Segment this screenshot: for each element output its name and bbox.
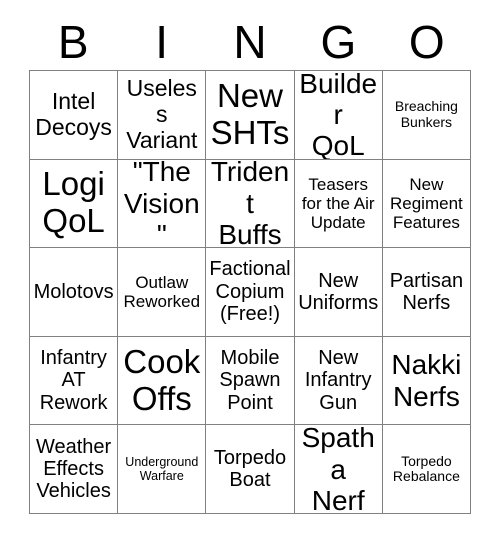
bingo-cell[interactable]: Underground Warfare [118, 425, 207, 514]
bingo-cell[interactable]: Intel Decoys [30, 71, 119, 160]
bingo-cell-label: Molotovs [33, 280, 114, 303]
bingo-cell-label: Teasers for the Air Update [301, 174, 375, 232]
bingo-cell[interactable]: Trident Buffs [206, 159, 295, 249]
bingo-cell[interactable]: Logi QoL [30, 159, 119, 249]
bingo-header-letter-n: N [233, 16, 267, 68]
bingo-cell-label: Infantry AT Rework [39, 347, 108, 414]
bingo-cell-label: Partisan Nerfs [389, 269, 464, 314]
bingo-card: B I N G O Intel Decoys Useless Variant N… [0, 0, 500, 544]
bingo-cell-label: Intel Decoys [35, 88, 112, 140]
bingo-header-letter-i: I [155, 16, 168, 68]
bingo-cell-label: "The Vision" [123, 159, 200, 249]
bingo-cell-label: Nakki Nerfs [391, 349, 462, 412]
bingo-cell-label: New Infantry Gun [304, 347, 372, 414]
bingo-grid: Intel Decoys Useless Variant New SHTs Bu… [29, 70, 471, 514]
bingo-cell-label: Breaching Bunkers [394, 98, 458, 130]
bingo-cell-label: Spatha Nerf [301, 425, 375, 514]
bingo-cell-label: New Regiment Features [390, 174, 463, 232]
bingo-header-letter-g: G [320, 16, 357, 68]
bingo-cell[interactable]: Weather Effects Vehicles [30, 425, 119, 514]
bingo-cell[interactable]: New Uniforms [294, 248, 383, 337]
bingo-cell[interactable]: Builder QoL [294, 71, 383, 160]
bingo-cell-label: Trident Buffs [210, 159, 290, 249]
bingo-cell[interactable]: Factional Copium (Free!) [206, 248, 295, 337]
bingo-cell[interactable]: Spatha Nerf [294, 425, 383, 514]
bingo-cell[interactable]: Outlaw Reworked [118, 248, 207, 337]
bingo-cell[interactable]: Infantry AT Rework [30, 336, 119, 426]
bingo-cell[interactable]: Teasers for the Air Update [294, 159, 383, 249]
bingo-cell[interactable]: Torpedo Boat [206, 425, 295, 514]
bingo-header-letter-b: B [57, 16, 89, 68]
bingo-header-letter-o: O [408, 16, 445, 68]
bingo-header-row: B I N G O [29, 14, 471, 70]
bingo-cell-label: Logi QoL [42, 165, 105, 240]
bingo-cell[interactable]: New SHTs [206, 71, 295, 160]
bingo-cell[interactable]: "The Vision" [118, 159, 207, 249]
bingo-cell[interactable]: Partisan Nerfs [382, 248, 471, 337]
bingo-cell[interactable]: Torpedo Rebalance [382, 425, 471, 514]
bingo-cell-label: Torpedo Boat [213, 446, 287, 492]
bingo-cell-label: Torpedo Rebalance [392, 452, 460, 485]
bingo-cell-label: Builder QoL [299, 71, 378, 160]
bingo-cell[interactable]: New Infantry Gun [294, 336, 383, 426]
bingo-cell-label: New Uniforms [298, 269, 379, 314]
bingo-cell[interactable]: Cook Offs [118, 336, 207, 426]
bingo-cell-label: Weather Effects Vehicles [35, 435, 112, 503]
bingo-cell-label: Mobile Spawn Point [219, 347, 281, 414]
bingo-cell-label: Underground Warfare [125, 455, 199, 484]
bingo-cell-label: Factional Copium (Free!) [209, 258, 291, 326]
bingo-cell[interactable]: Nakki Nerfs [382, 336, 471, 426]
bingo-cell[interactable]: New Regiment Features [382, 159, 471, 249]
bingo-cell-label: Cook Offs [123, 342, 201, 417]
bingo-cell-label: Useless Variant [126, 75, 198, 153]
bingo-cell[interactable]: Molotovs [30, 248, 119, 337]
bingo-cell[interactable]: Mobile Spawn Point [206, 336, 295, 426]
bingo-cell[interactable]: Useless Variant [118, 71, 207, 160]
bingo-cell-label: New SHTs [210, 76, 290, 151]
bingo-cell-label: Outlaw Reworked [123, 272, 201, 311]
bingo-cell[interactable]: Breaching Bunkers [382, 71, 471, 160]
